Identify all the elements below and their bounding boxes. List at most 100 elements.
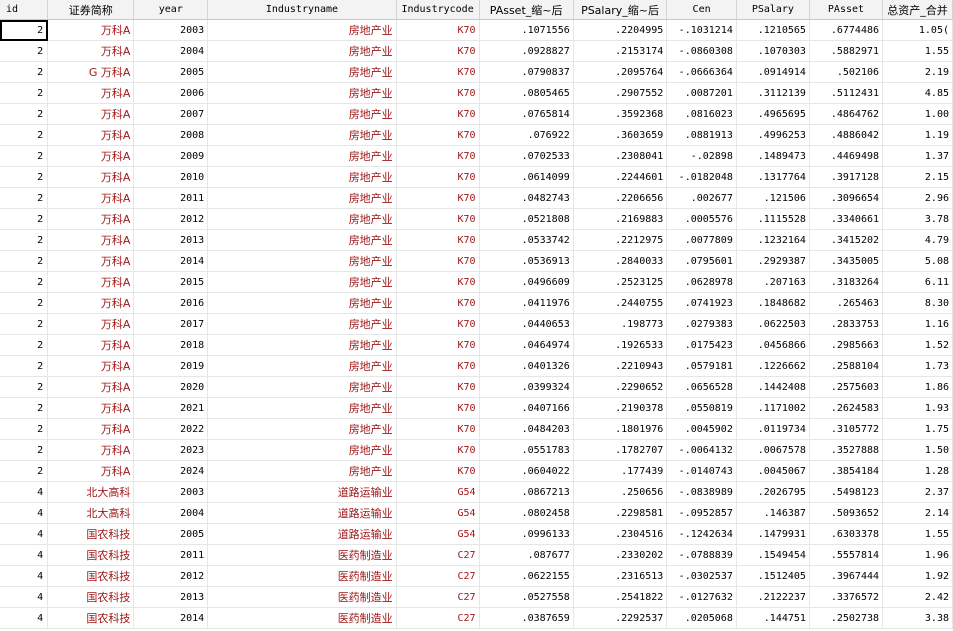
cell-industrycode[interactable]: K70 xyxy=(396,292,480,314)
cell-industrycode[interactable]: K70 xyxy=(396,460,480,482)
cell-industryname[interactable]: 房地产业 xyxy=(207,439,397,461)
cell-cen[interactable]: .0205068 xyxy=(666,607,737,629)
cell-id[interactable]: 2 xyxy=(0,292,49,314)
cell-industrycode[interactable]: K70 xyxy=(396,40,480,62)
cell-id[interactable]: 2 xyxy=(0,229,49,251)
cell-passet[interactable]: .5112431 xyxy=(809,82,884,104)
cell-passet[interactable]: .502106 xyxy=(809,61,884,83)
cell-industryname[interactable]: 房地产业 xyxy=(207,124,397,146)
cell-cen[interactable]: .0656528 xyxy=(666,376,737,398)
cell-passet[interactable]: .6774486 xyxy=(809,19,884,41)
cell-industryname[interactable]: 房地产业 xyxy=(207,145,397,167)
cell-name[interactable]: 万科A xyxy=(47,19,135,41)
cell-industrycode[interactable]: K70 xyxy=(396,145,480,167)
cell-total[interactable]: 3.38 xyxy=(882,607,953,629)
cell-total[interactable]: 1.96 xyxy=(882,544,953,566)
cell-psalary[interactable]: .1848682 xyxy=(736,292,810,314)
cell-year[interactable]: 2007 xyxy=(133,103,209,125)
cell-total[interactable]: 1.86 xyxy=(882,376,953,398)
cell-industryname[interactable]: 房地产业 xyxy=(207,208,397,230)
cell-name[interactable]: 万科A xyxy=(47,376,135,398)
column-header-passet[interactable]: PAsset xyxy=(809,0,884,20)
cell-name[interactable]: 万科A xyxy=(47,229,135,251)
cell-passet_w[interactable]: .0805465 xyxy=(479,82,574,104)
cell-psalary[interactable]: .4965695 xyxy=(736,103,810,125)
cell-psalary[interactable]: .1549454 xyxy=(736,544,810,566)
cell-year[interactable]: 2004 xyxy=(133,40,209,62)
cell-psalary_w[interactable]: .3603659 xyxy=(573,124,668,146)
cell-passet[interactable]: .3967444 xyxy=(809,565,884,587)
cell-total[interactable]: 1.55 xyxy=(882,523,953,545)
cell-total[interactable]: 2.15 xyxy=(882,166,953,188)
cell-industrycode[interactable]: K70 xyxy=(396,250,480,272)
cell-total[interactable]: 2.19 xyxy=(882,61,953,83)
cell-cen[interactable]: .0045902 xyxy=(666,418,737,440)
cell-psalary_w[interactable]: .2206656 xyxy=(573,187,668,209)
cell-total[interactable]: 1.52 xyxy=(882,334,953,356)
cell-passet[interactable]: .3527888 xyxy=(809,439,884,461)
cell-cen[interactable]: .0550819 xyxy=(666,397,737,419)
cell-id[interactable]: 2 xyxy=(0,376,49,398)
cell-industryname[interactable]: 道路运输业 xyxy=(207,502,397,524)
cell-passet_w[interactable]: .1071556 xyxy=(479,19,574,41)
cell-psalary[interactable]: .2026795 xyxy=(736,481,810,503)
cell-total[interactable]: 2.37 xyxy=(882,481,953,503)
cell-psalary_w[interactable]: .2316513 xyxy=(573,565,668,587)
cell-total[interactable]: 2.96 xyxy=(882,187,953,209)
cell-industrycode[interactable]: C27 xyxy=(396,586,480,608)
cell-passet[interactable]: .4469498 xyxy=(809,145,884,167)
cell-psalary[interactable]: .1442408 xyxy=(736,376,810,398)
cell-name[interactable]: 北大高科 xyxy=(47,502,135,524)
cell-psalary_w[interactable]: .2523125 xyxy=(573,271,668,293)
cell-psalary_w[interactable]: .177439 xyxy=(573,460,668,482)
cell-name[interactable]: 万科A xyxy=(47,418,135,440)
cell-industrycode[interactable]: K70 xyxy=(396,229,480,251)
cell-industryname[interactable]: 房地产业 xyxy=(207,40,397,62)
cell-industrycode[interactable]: K70 xyxy=(396,124,480,146)
cell-year[interactable]: 2003 xyxy=(133,481,209,503)
cell-year[interactable]: 2005 xyxy=(133,523,209,545)
cell-psalary[interactable]: .207163 xyxy=(736,271,810,293)
cell-year[interactable]: 2014 xyxy=(133,607,209,629)
cell-cen[interactable]: -.1031214 xyxy=(666,19,737,41)
cell-cen[interactable]: -.0182048 xyxy=(666,166,737,188)
cell-industryname[interactable]: 房地产业 xyxy=(207,334,397,356)
cell-passet[interactable]: .265463 xyxy=(809,292,884,314)
cell-total[interactable]: 1.00 xyxy=(882,103,953,125)
cell-psalary_w[interactable]: .2308041 xyxy=(573,145,668,167)
cell-name[interactable]: 国农科技 xyxy=(47,586,135,608)
cell-psalary_w[interactable]: .2290652 xyxy=(573,376,668,398)
cell-passet_w[interactable]: .0551783 xyxy=(479,439,574,461)
column-header-psalary_w[interactable]: PSalary_缩~后 xyxy=(573,0,668,20)
cell-total[interactable]: 4.85 xyxy=(882,82,953,104)
cell-passet[interactable]: .5557814 xyxy=(809,544,884,566)
cell-psalary_w[interactable]: .2153174 xyxy=(573,40,668,62)
cell-name[interactable]: 国农科技 xyxy=(47,607,135,629)
cell-year[interactable]: 2018 xyxy=(133,334,209,356)
cell-industrycode[interactable]: G54 xyxy=(396,502,480,524)
cell-name[interactable]: 万科A xyxy=(47,208,135,230)
cell-industrycode[interactable]: K70 xyxy=(396,61,480,83)
cell-industryname[interactable]: 房地产业 xyxy=(207,19,397,41)
column-header-cen[interactable]: Cen xyxy=(666,0,737,20)
cell-passet_w[interactable]: .0614099 xyxy=(479,166,574,188)
cell-cen[interactable]: .0795601 xyxy=(666,250,737,272)
cell-psalary[interactable]: .1210565 xyxy=(736,19,810,41)
cell-industryname[interactable]: 房地产业 xyxy=(207,187,397,209)
cell-name[interactable]: 万科A xyxy=(47,82,135,104)
cell-cen[interactable]: -.1242634 xyxy=(666,523,737,545)
cell-industryname[interactable]: 房地产业 xyxy=(207,355,397,377)
cell-id[interactable]: 4 xyxy=(0,523,49,545)
cell-total[interactable]: 1.28 xyxy=(882,460,953,482)
cell-name[interactable]: 北大高科 xyxy=(47,481,135,503)
cell-id[interactable]: 4 xyxy=(0,607,49,629)
cell-passet[interactable]: .5093652 xyxy=(809,502,884,524)
cell-cen[interactable]: -.0064132 xyxy=(666,439,737,461)
cell-psalary_w[interactable]: .2244601 xyxy=(573,166,668,188)
cell-year[interactable]: 2013 xyxy=(133,586,209,608)
cell-passet_w[interactable]: .076922 xyxy=(479,124,574,146)
cell-year[interactable]: 2019 xyxy=(133,355,209,377)
cell-year[interactable]: 2005 xyxy=(133,61,209,83)
cell-industrycode[interactable]: K70 xyxy=(396,103,480,125)
cell-name[interactable]: 万科A xyxy=(47,271,135,293)
